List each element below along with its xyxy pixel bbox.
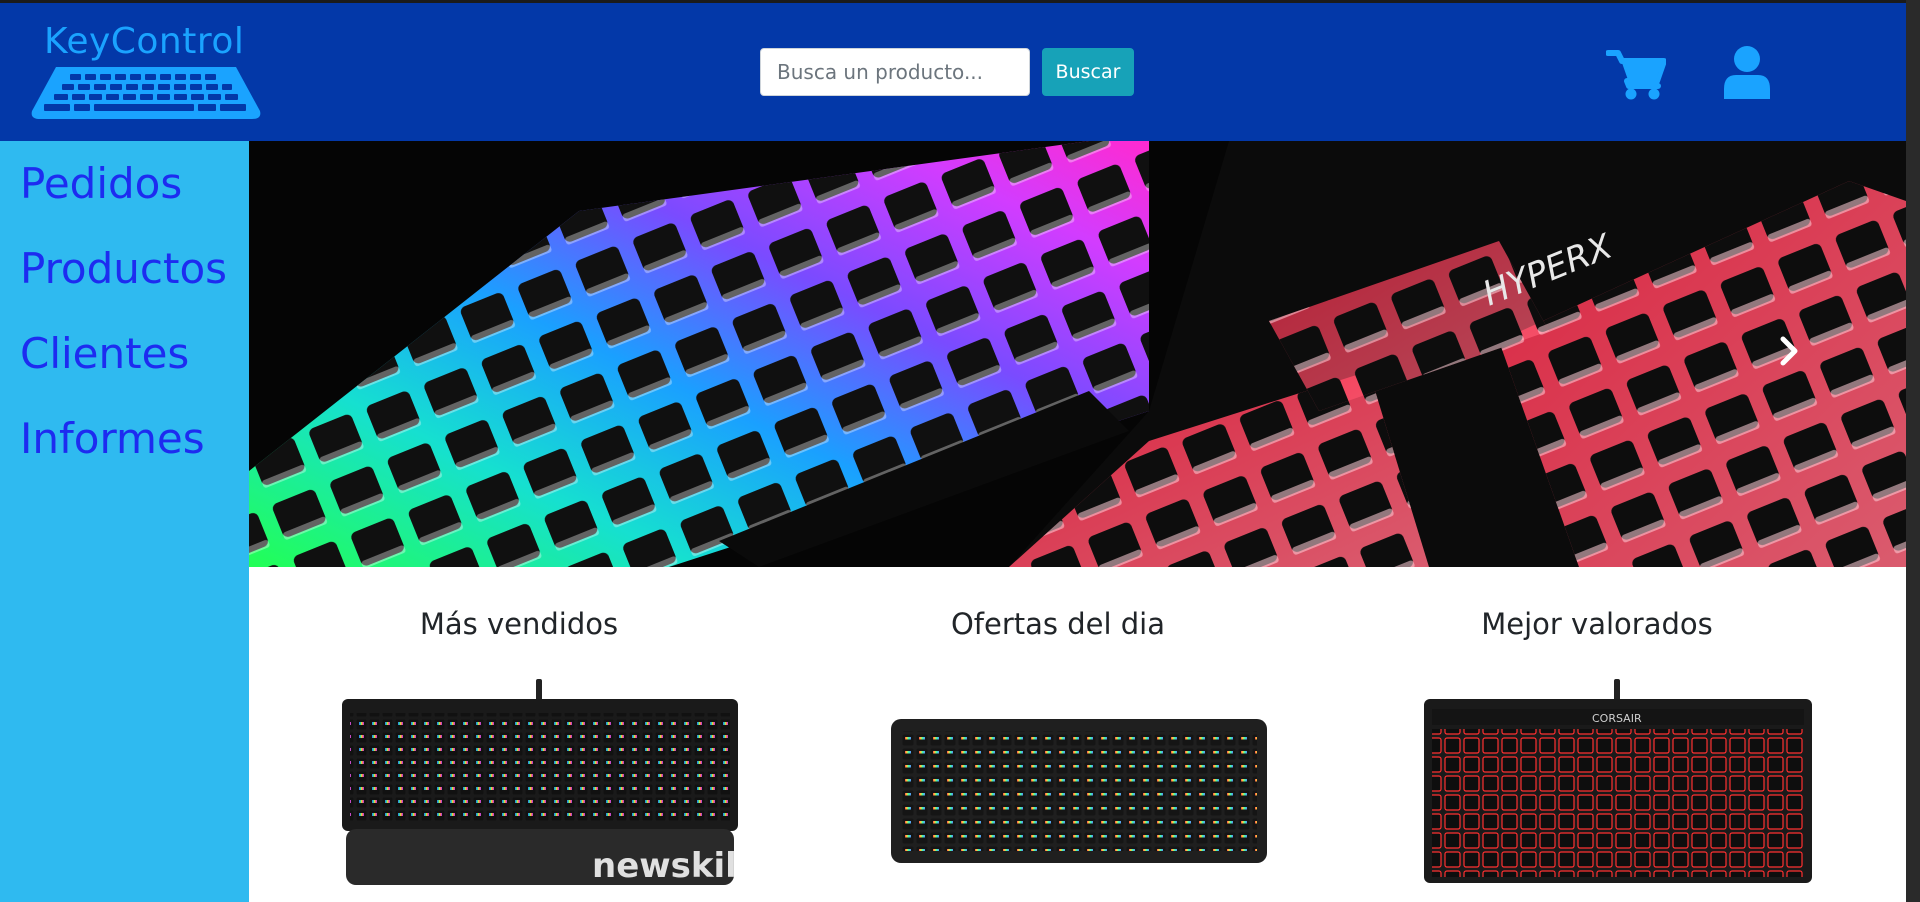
section-title-best-sellers: Más vendidos	[419, 607, 619, 641]
keyboard-black-rgb-image	[891, 719, 1267, 863]
sidebar-item-pedidos[interactable]: Pedidos	[20, 159, 182, 208]
cart-icon	[1605, 50, 1667, 100]
keyboard-banner-image: HYPERX	[249, 141, 1906, 567]
sidebar-nav: Pedidos Productos Clientes Informes	[0, 141, 249, 902]
brand-logo[interactable]: KeyControl	[30, 21, 262, 121]
search-button[interactable]: Buscar	[1042, 48, 1134, 96]
product-card-best-seller[interactable]: newskill	[342, 679, 749, 891]
keyboard-logo-icon	[31, 67, 261, 119]
section-title-top-rated: Mejor valorados	[1481, 607, 1713, 641]
product-card-top-rated[interactable]: CORSAIR	[1424, 679, 1812, 887]
sidebar-item-clientes[interactable]: Clientes	[20, 329, 189, 378]
chevron-right-icon	[1780, 336, 1798, 366]
product-card-daily-deal[interactable]	[887, 719, 1271, 867]
user-account-button[interactable]	[1722, 45, 1772, 101]
brand-name: KeyControl	[44, 21, 245, 62]
user-icon	[1724, 46, 1770, 99]
keyboard-red-backlit-image: CORSAIR	[1424, 679, 1812, 883]
carousel-next-button[interactable]	[1759, 321, 1819, 381]
product-sections: Más vendidos Ofertas del dia Mejor valor…	[249, 567, 1906, 902]
hero-carousel: HYPERX	[249, 141, 1906, 567]
search-input[interactable]	[760, 48, 1030, 96]
app-window: KeyControl Busca un producto... Buscar P…	[0, 0, 1906, 902]
cart-button[interactable]	[1605, 47, 1667, 101]
top-header: KeyControl Busca un producto... Buscar	[0, 3, 1906, 141]
sidebar-item-productos[interactable]: Productos	[20, 244, 227, 293]
section-title-daily-deals: Ofertas del dia	[950, 607, 1166, 641]
sidebar-item-informes[interactable]: Informes	[20, 414, 205, 463]
svg-text:CORSAIR: CORSAIR	[1592, 712, 1642, 725]
keyboard-with-wrist-rest-image: newskill	[342, 679, 749, 886]
svg-text:newskill: newskill	[592, 846, 738, 886]
